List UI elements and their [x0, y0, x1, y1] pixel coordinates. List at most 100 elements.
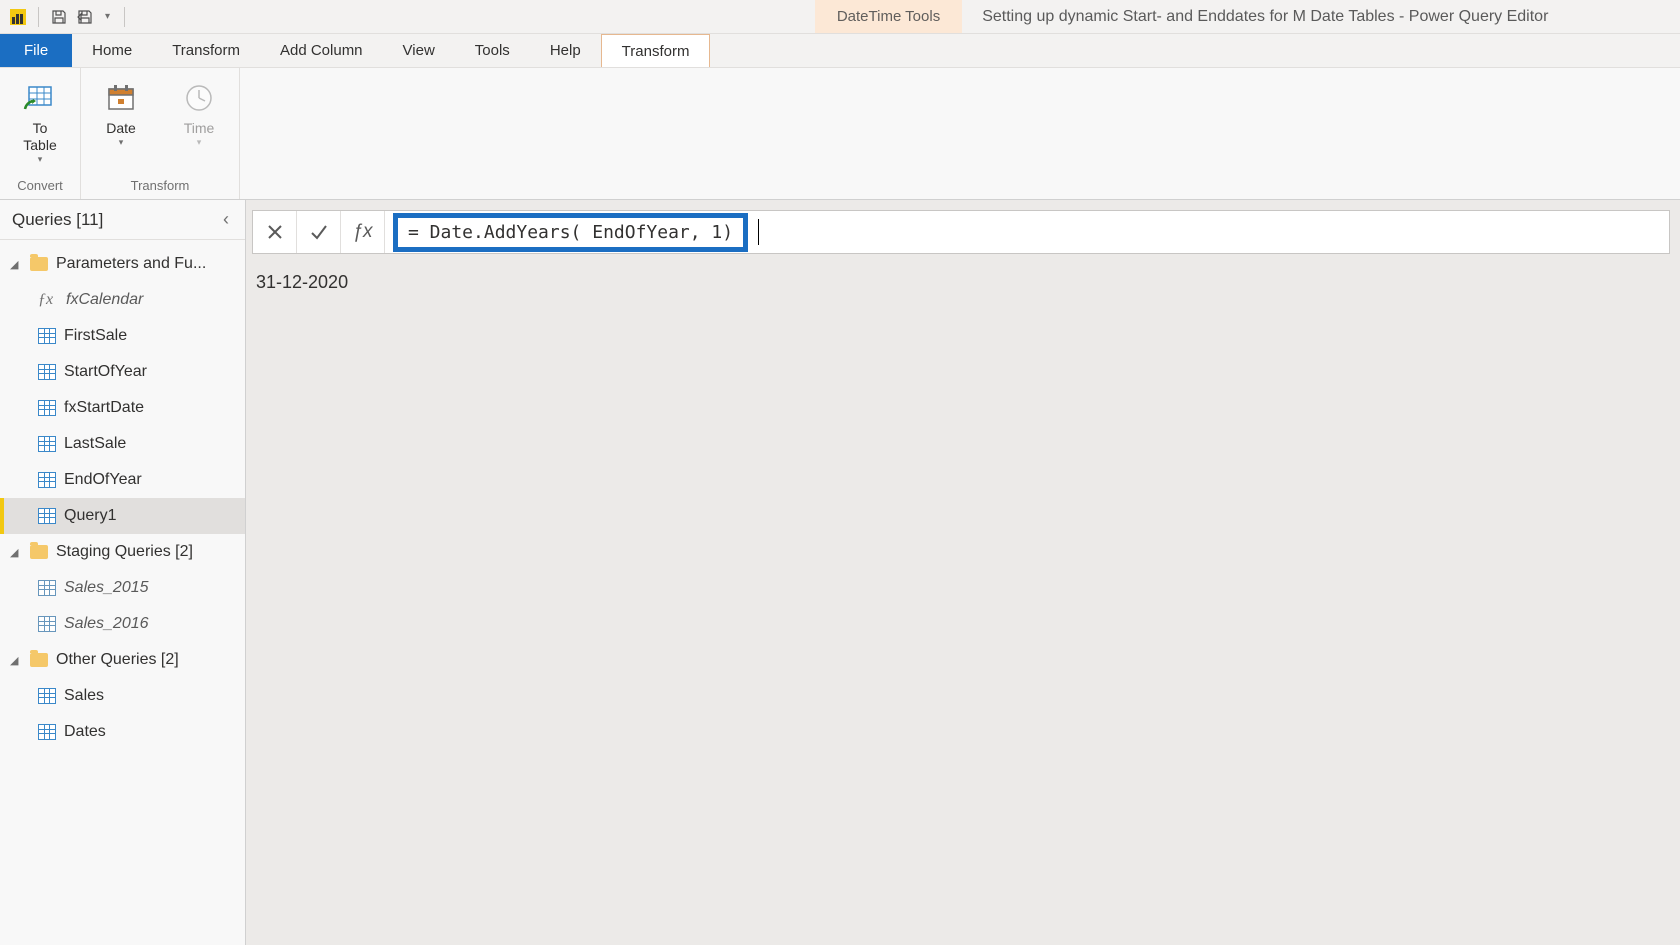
caret-down-icon: ◢	[10, 654, 22, 667]
main-area: Queries [11] ‹ ◢Parameters and Fu...ƒxfx…	[0, 200, 1680, 945]
powerbi-logo-icon	[8, 7, 28, 27]
quick-access-toolbar: ▾	[0, 7, 137, 27]
queries-header: Queries [11] ‹	[0, 200, 245, 240]
qat-dropdown[interactable]: ▾	[101, 11, 114, 22]
save-button[interactable]	[49, 7, 69, 27]
ribbon: To Table ▾ Convert Date ▾	[0, 68, 1680, 200]
table-icon	[38, 508, 56, 524]
result-area: 31-12-2020	[252, 264, 1670, 935]
to-table-button[interactable]: To Table ▾	[10, 74, 70, 174]
folder-icon	[30, 545, 48, 559]
clock-icon	[181, 80, 217, 116]
tab-add-column[interactable]: Add Column	[260, 34, 383, 67]
query-label: EndOfYear	[64, 471, 142, 489]
query-label: LastSale	[64, 435, 126, 453]
tab-tools[interactable]: Tools	[455, 34, 530, 67]
to-table-icon	[22, 80, 58, 116]
query-item[interactable]: Sales_2015	[0, 570, 245, 606]
query-label: fxStartDate	[64, 399, 144, 417]
tab-file[interactable]: File	[0, 34, 72, 67]
query-label: Sales_2015	[64, 579, 149, 597]
time-label: Time	[184, 120, 215, 137]
formula-text: = Date.AddYears( EndOfYear, 1)	[393, 213, 748, 252]
x-icon	[266, 223, 284, 241]
table-icon	[38, 580, 56, 596]
query-item[interactable]: ƒx fxCalendar	[0, 282, 245, 318]
table-icon	[38, 328, 56, 344]
query-item[interactable]: Sales_2016	[0, 606, 245, 642]
table-icon	[38, 364, 56, 380]
undo-button[interactable]	[75, 7, 95, 27]
chevron-down-icon: ▾	[197, 137, 202, 148]
query-item[interactable]: LastSale	[0, 426, 245, 462]
tab-help[interactable]: Help	[530, 34, 601, 67]
table-icon	[38, 436, 56, 452]
query-item[interactable]: fxStartDate	[0, 390, 245, 426]
tab-home[interactable]: Home	[72, 34, 152, 67]
query-label: Query1	[64, 507, 116, 525]
query-label: Dates	[64, 723, 106, 741]
separator	[124, 7, 125, 27]
date-button[interactable]: Date ▾	[91, 74, 151, 174]
chevron-down-icon: ▾	[38, 154, 43, 165]
query-label: fxCalendar	[66, 291, 143, 309]
document-title: Setting up dynamic Start- and Enddates f…	[962, 0, 1680, 33]
queries-pane: Queries [11] ‹ ◢Parameters and Fu...ƒxfx…	[0, 200, 246, 945]
formula-input[interactable]: = Date.AddYears( EndOfYear, 1)	[385, 211, 1669, 253]
calendar-icon	[103, 80, 139, 116]
query-item[interactable]: Sales	[0, 678, 245, 714]
table-icon	[38, 616, 56, 632]
separator	[38, 7, 39, 27]
cancel-formula-button[interactable]	[253, 211, 297, 253]
query-group[interactable]: ◢ Staging Queries [2]	[0, 534, 245, 570]
titlebar-center: DateTime Tools Setting up dynamic Start-…	[137, 0, 1680, 33]
table-icon	[38, 724, 56, 740]
folder-icon	[30, 653, 48, 667]
folder-icon	[30, 257, 48, 271]
query-item[interactable]: Query1	[0, 498, 245, 534]
collapse-pane-button[interactable]: ‹	[219, 205, 233, 234]
group-label: Staging Queries [2]	[56, 543, 193, 561]
ribbon-group-label: Transform	[131, 174, 190, 199]
table-icon	[38, 400, 56, 416]
fx-icon: ƒx	[38, 291, 58, 309]
content-area: ƒx = Date.AddYears( EndOfYear, 1) 31-12-…	[246, 200, 1680, 945]
query-label: FirstSale	[64, 327, 127, 345]
queries-list: ◢ Parameters and Fu... ƒx fxCalendar FirstSa…	[0, 240, 245, 945]
caret-down-icon: ◢	[10, 546, 22, 559]
tab-context-transform[interactable]: Transform	[601, 34, 711, 67]
queries-title: Queries [11]	[12, 210, 103, 230]
result-value: 31-12-2020	[256, 272, 1666, 293]
fx-button[interactable]: ƒx	[341, 211, 385, 253]
query-group[interactable]: ◢ Parameters and Fu...	[0, 246, 245, 282]
table-icon	[38, 472, 56, 488]
tab-view[interactable]: View	[383, 34, 455, 67]
ribbon-group-label: Convert	[17, 174, 63, 199]
context-tools-label: DateTime Tools	[815, 0, 962, 33]
group-label: Parameters and Fu...	[56, 255, 206, 273]
query-item[interactable]: FirstSale	[0, 318, 245, 354]
query-label: Sales	[64, 687, 104, 705]
text-cursor	[758, 219, 759, 245]
date-label: Date	[106, 120, 136, 137]
enter-formula-button[interactable]	[297, 211, 341, 253]
time-button[interactable]: Time ▾	[169, 74, 229, 174]
formula-bar: ƒx = Date.AddYears( EndOfYear, 1)	[252, 210, 1670, 254]
ribbon-tabs: File Home Transform Add Column View Tool…	[0, 34, 1680, 68]
tab-transform[interactable]: Transform	[152, 34, 260, 67]
group-label: Other Queries [2]	[56, 651, 179, 669]
ribbon-group-convert: To Table ▾ Convert	[0, 68, 81, 199]
query-group[interactable]: ◢ Other Queries [2]	[0, 642, 245, 678]
chevron-down-icon: ▾	[119, 137, 124, 148]
ribbon-group-transform: Date ▾ Time ▾ Transform	[81, 68, 240, 199]
query-label: StartOfYear	[64, 363, 147, 381]
caret-down-icon: ◢	[10, 258, 22, 271]
table-icon	[38, 688, 56, 704]
fx-icon: ƒx	[352, 221, 372, 243]
to-table-label: To Table	[23, 120, 56, 154]
query-item[interactable]: StartOfYear	[0, 354, 245, 390]
check-icon	[309, 222, 329, 242]
query-item[interactable]: Dates	[0, 714, 245, 750]
title-bar: ▾ DateTime Tools Setting up dynamic Star…	[0, 0, 1680, 34]
query-item[interactable]: EndOfYear	[0, 462, 245, 498]
